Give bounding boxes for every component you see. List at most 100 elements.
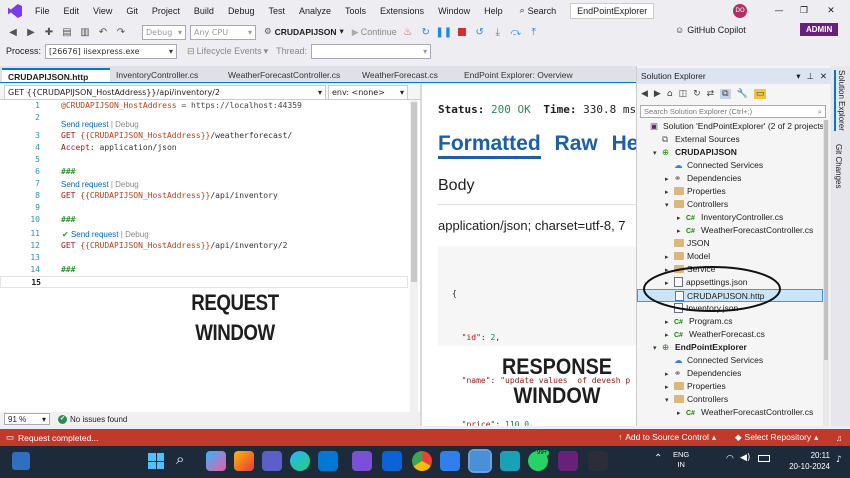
collapsed-arrow-icon[interactable]: ▸ [677, 407, 686, 420]
avatar[interactable]: DO [733, 4, 747, 18]
step-over-icon[interactable]: ⤼ [509, 25, 523, 39]
tree-item[interactable]: ▾ ⊕ EndPointExplorer [637, 341, 823, 354]
menu-analyze[interactable]: Analyze [292, 0, 338, 22]
volume-icon[interactable]: ◀) [740, 453, 750, 463]
notes-taskbar-icon[interactable] [500, 451, 520, 471]
menu-extensions[interactable]: Extensions [373, 0, 431, 22]
hot-reload-icon[interactable]: ♨ [401, 25, 415, 39]
battery-icon[interactable] [758, 455, 770, 462]
lifecycle-events-button[interactable]: ⊟ Lifecycle Events ▾ [187, 46, 268, 57]
photos-taskbar-icon[interactable] [440, 451, 460, 471]
tree-item[interactable]: ☁ Connected Services [637, 354, 823, 367]
send-request-link[interactable]: ✔ Send request | Debug [62, 230, 149, 239]
menu-tools[interactable]: Tools [338, 0, 373, 22]
tab-endpoint-explorer[interactable]: EndPoint Explorer: Overview [458, 68, 582, 82]
history-icon[interactable]: ↻ [693, 89, 701, 99]
add-to-source-control-button[interactable]: ↑ Add to Source Control ▴ [618, 432, 716, 443]
restart-debug-icon[interactable]: ↺ [473, 25, 487, 39]
continue-button[interactable]: ▶ Continue [352, 27, 397, 38]
tab-raw[interactable]: Raw [555, 132, 598, 155]
tree-item[interactable]: ▸ C# Program.cs [637, 315, 823, 328]
minimize-button[interactable]: — [770, 0, 788, 22]
language-indicator[interactable]: ENG IN [673, 450, 689, 470]
gallery-taskbar-icon[interactable] [234, 451, 254, 471]
new-item-icon[interactable]: ✚ [42, 25, 56, 39]
side-tab-git-changes[interactable]: Git Changes [834, 144, 843, 188]
close-window-button[interactable]: ✕ [822, 0, 840, 22]
tree-item[interactable]: ▾ Controllers [637, 393, 823, 406]
tray-chevron-icon[interactable]: ⌃ [654, 453, 662, 464]
store-taskbar-icon[interactable] [318, 451, 338, 471]
search-box[interactable]: ⌕ Search [520, 6, 557, 16]
select-repository-button[interactable]: ◆ Select Repository ▴ [735, 432, 818, 443]
teams-taskbar-icon[interactable] [262, 451, 282, 471]
platform-dropdown[interactable]: Any CPU ▾ [190, 24, 256, 40]
debug-link[interactable]: Debug [115, 180, 139, 189]
undo-icon[interactable]: ↶ [96, 25, 110, 39]
menu-view[interactable]: View [86, 0, 119, 22]
start-icon[interactable] [148, 453, 164, 469]
wifi-icon[interactable]: ◠ [726, 454, 734, 464]
code-editor[interactable]: 1 @CRUDAPIJSON_HostAddress = https://loca… [0, 100, 420, 412]
forward-icon[interactable]: ▶ [654, 89, 661, 99]
tab-formatted[interactable]: Formatted [438, 132, 541, 159]
tree-item[interactable]: ▸ ⚭ Dependencies [637, 367, 823, 380]
configuration-dropdown[interactable]: Debug ▾ [142, 24, 186, 40]
pin-icon[interactable]: ⊥ [806, 71, 813, 82]
tree-item[interactable]: ▸ C# WeatherForecastController.cs [637, 406, 823, 419]
menu-project[interactable]: Project [145, 0, 187, 22]
tree-item[interactable]: ▸ ⚭ Dependencies [637, 172, 823, 185]
back-icon[interactable]: ◀ [641, 89, 648, 99]
thread-dropdown[interactable]: ▾ [311, 43, 432, 59]
back-icon[interactable]: ◀ [6, 25, 20, 39]
tree-item[interactable]: ▣ Solution 'EndPointExplorer' (2 of 2 pro… [637, 120, 827, 133]
send-request-link[interactable]: Send request | Debug [61, 120, 139, 129]
solution-search-box[interactable]: Search Solution Explorer (Ctrl+;) ⌕ [640, 105, 826, 118]
debug-link[interactable]: Debug [125, 230, 149, 239]
collapse-icon[interactable]: ⧉ [720, 89, 731, 99]
copilot-button[interactable]: ☺ GitHub Copilot [675, 25, 746, 35]
save-icon[interactable]: ▤ [60, 25, 74, 39]
se-scrollbar[interactable] [823, 120, 829, 426]
tree-item[interactable]: ⧉ External Sources [637, 133, 823, 146]
tree-item[interactable]: ▸ C# InventoryController.cs [637, 211, 823, 224]
preview-icon[interactable]: ▭ [753, 89, 767, 99]
side-tab-solution-explorer[interactable]: Solution Explorer [834, 70, 846, 131]
switch-views-icon[interactable]: ◫ [679, 89, 688, 99]
tree-item[interactable]: ☁ Connected Services [637, 159, 823, 172]
menu-build[interactable]: Build [187, 0, 221, 22]
tree-item[interactable]: ▾ Controllers [637, 198, 823, 211]
step-out-icon[interactable]: ⤒ [527, 25, 541, 39]
widgets-icon[interactable] [12, 452, 30, 470]
stop-icon[interactable] [455, 25, 469, 39]
explorer-taskbar-icon[interactable] [468, 449, 492, 473]
environment-selector[interactable]: env: <none> ▾ [328, 85, 408, 100]
scrollbar-thumb[interactable] [411, 102, 417, 282]
media-taskbar-icon[interactable] [352, 451, 372, 471]
tree-item[interactable]: ▸ Properties [637, 185, 823, 198]
copilot-taskbar-icon[interactable] [206, 451, 226, 471]
tab-headers[interactable]: He [612, 132, 636, 155]
tree-item[interactable]: JSON [637, 237, 823, 250]
visual-studio-taskbar-icon[interactable] [558, 451, 578, 471]
tree-item[interactable]: ▸ Properties [637, 380, 823, 393]
notifications-bell-icon[interactable]: ♪ [836, 455, 842, 465]
edge-taskbar-icon[interactable] [290, 451, 310, 471]
vs-logo-icon[interactable] [8, 4, 22, 18]
editor-scrollbar[interactable] [410, 100, 418, 412]
menu-file[interactable]: File [28, 0, 57, 22]
tree-item[interactable]: ▸ C# WeatherForecast.cs [637, 328, 823, 341]
menu-edit[interactable]: Edit [57, 0, 87, 22]
request-selector[interactable]: GET {{CRUDAPIJSON_HostAddress}}/api/inve… [4, 85, 326, 100]
sync-icon[interactable]: ⇄ [707, 89, 715, 99]
close-icon[interactable]: ✕ [820, 71, 827, 82]
home-icon[interactable]: ⌂ [667, 89, 673, 99]
terminal-taskbar-icon[interactable] [588, 451, 608, 471]
tree-item[interactable]: ▸ C# WeatherForecastController.cs [637, 224, 823, 237]
tab-weatherforecast-controller[interactable]: WeatherForecastController.cs [222, 68, 356, 82]
admin-badge[interactable]: ADMIN [800, 23, 839, 36]
scrollbar-thumb[interactable] [824, 120, 828, 360]
save-all-icon[interactable]: ▥ [78, 25, 92, 39]
menu-window[interactable]: Window [431, 0, 477, 22]
search-taskbar-icon[interactable]: ⌕ [176, 450, 184, 468]
